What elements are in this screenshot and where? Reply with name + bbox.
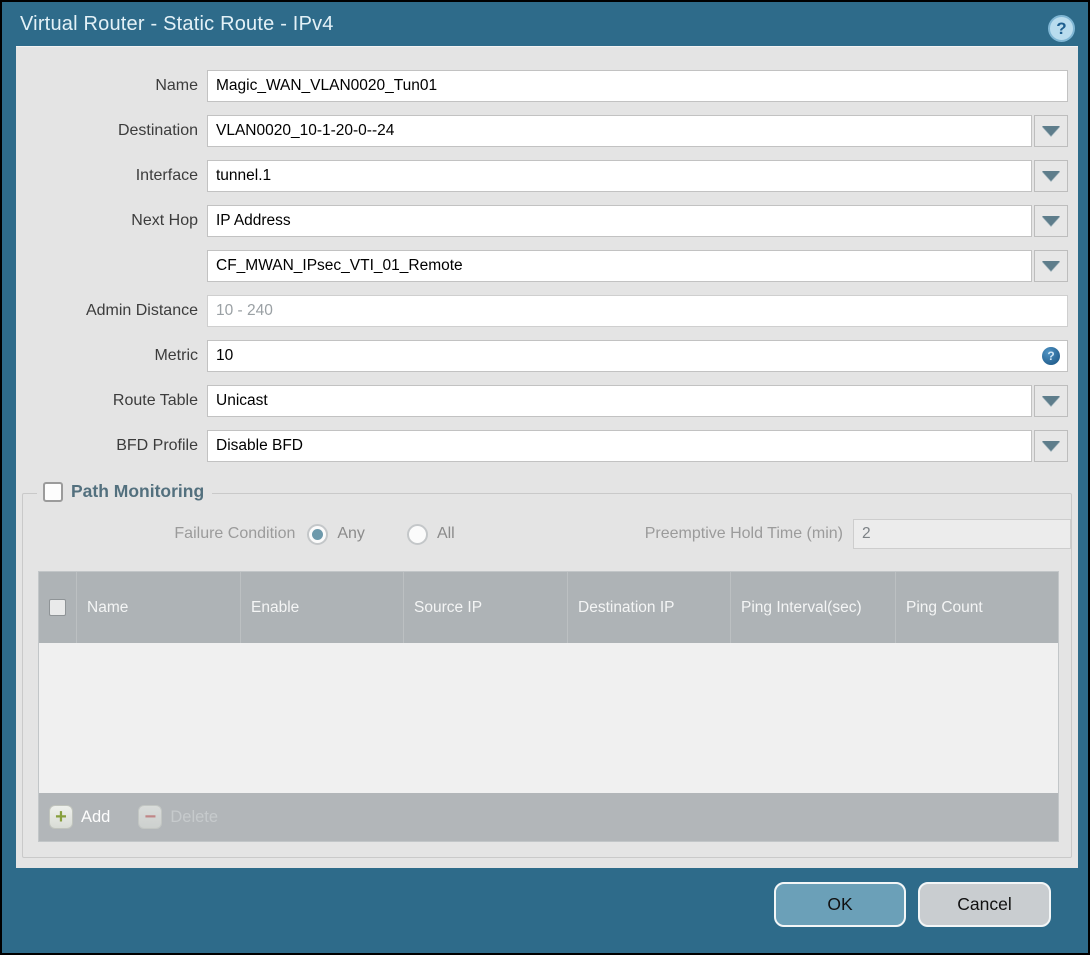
ok-button[interactable]: OK	[774, 882, 906, 927]
bfd-profile-row: BFD Profile	[16, 430, 1068, 462]
preemptive-hold-time-input[interactable]	[853, 519, 1071, 549]
next-hop-type-dropdown-button[interactable]	[1034, 205, 1068, 237]
next-hop-row: Next Hop	[16, 205, 1068, 237]
metric-help-icon[interactable]: ?	[1042, 347, 1060, 365]
name-label: Name	[155, 77, 198, 94]
preemptive-hold-time-label: Preemptive Hold Time (min)	[644, 525, 843, 542]
route-table-dropdown-button[interactable]	[1034, 385, 1068, 417]
next-hop-type-input[interactable]	[207, 205, 1032, 237]
column-header-enable[interactable]: Enable	[241, 572, 404, 643]
path-monitoring-title: Path Monitoring	[71, 481, 205, 501]
column-header-ping-count[interactable]: Ping Count	[896, 572, 1058, 643]
interface-dropdown-button[interactable]	[1034, 160, 1068, 192]
path-monitoring-table: Name Enable Source IP Destination IP Pin…	[38, 571, 1059, 842]
bfd-profile-label: BFD Profile	[116, 437, 198, 454]
chevron-down-icon	[1042, 216, 1060, 226]
path-monitoring-fieldset: Path Monitoring Failure Condition Any Al…	[22, 481, 1072, 858]
column-header-source-ip[interactable]: Source IP	[404, 572, 568, 643]
column-header-ping-interval[interactable]: Ping Interval(sec)	[731, 572, 896, 643]
chevron-down-icon	[1042, 396, 1060, 406]
interface-input[interactable]	[207, 160, 1032, 192]
dialog-body: Name Destination Interface	[16, 46, 1078, 868]
chevron-down-icon	[1042, 126, 1060, 136]
add-plus-icon: +	[49, 805, 73, 829]
failure-condition-all-label: All	[436, 525, 455, 542]
column-header-destination-ip[interactable]: Destination IP	[568, 572, 731, 643]
destination-input[interactable]	[207, 115, 1032, 147]
metric-row: Metric ?	[16, 340, 1068, 372]
column-header-name[interactable]: Name	[77, 572, 241, 643]
table-body-empty	[39, 643, 1058, 793]
help-icon[interactable]: ?	[1048, 15, 1075, 42]
failure-condition-all-radio[interactable]	[406, 523, 428, 545]
chevron-down-icon	[1042, 441, 1060, 451]
delete-button-label: Delete	[170, 807, 219, 826]
route-table-row: Route Table	[16, 385, 1068, 417]
failure-condition-any-radio[interactable]	[307, 523, 329, 545]
metric-label: Metric	[154, 347, 198, 364]
metric-input[interactable]	[207, 340, 1068, 372]
add-button[interactable]: + Add	[49, 805, 110, 829]
next-hop-address-input[interactable]	[207, 250, 1032, 282]
select-all-checkbox[interactable]	[49, 599, 66, 616]
route-table-input[interactable]	[207, 385, 1032, 417]
admin-distance-input[interactable]	[207, 295, 1068, 327]
chevron-down-icon	[1042, 261, 1060, 271]
path-monitoring-legend: Path Monitoring	[37, 481, 213, 502]
dialog-frame: Virtual Router - Static Route - IPv4 ? N…	[2, 2, 1088, 953]
next-hop-address-dropdown-button[interactable]	[1034, 250, 1068, 282]
path-monitoring-checkbox[interactable]	[43, 481, 63, 502]
chevron-down-icon	[1042, 171, 1060, 181]
table-footer-bar: + Add − Delete	[39, 793, 1058, 841]
next-hop-label: Next Hop	[131, 212, 198, 229]
interface-label: Interface	[135, 167, 198, 184]
destination-row: Destination	[16, 115, 1068, 147]
name-input[interactable]	[207, 70, 1068, 102]
failure-condition-row: Failure Condition Any All Preemptive Hol…	[23, 518, 1071, 550]
delete-minus-icon: −	[138, 805, 163, 829]
cancel-button[interactable]: Cancel	[918, 882, 1051, 927]
table-header-checkbox-cell	[39, 572, 77, 643]
admin-distance-label: Admin Distance	[85, 302, 198, 319]
failure-condition-any-label: Any	[337, 525, 365, 542]
delete-button[interactable]: − Delete	[138, 805, 218, 829]
next-hop-address-row	[16, 250, 1068, 282]
admin-distance-row: Admin Distance	[16, 295, 1068, 327]
dialog-title: Virtual Router - Static Route - IPv4	[20, 13, 334, 35]
destination-label: Destination	[117, 122, 198, 139]
destination-dropdown-button[interactable]	[1034, 115, 1068, 147]
failure-condition-label: Failure Condition	[174, 525, 296, 542]
bfd-profile-input[interactable]	[207, 430, 1032, 462]
dialog-footer: OK Cancel	[2, 868, 1088, 953]
route-table-label: Route Table	[112, 392, 198, 409]
title-bar: Virtual Router - Static Route - IPv4 ?	[2, 2, 1088, 46]
bfd-profile-dropdown-button[interactable]	[1034, 430, 1068, 462]
name-row: Name	[16, 70, 1068, 102]
add-button-label: Add	[81, 807, 111, 826]
table-header-row: Name Enable Source IP Destination IP Pin…	[39, 572, 1058, 643]
interface-row: Interface	[16, 160, 1068, 192]
